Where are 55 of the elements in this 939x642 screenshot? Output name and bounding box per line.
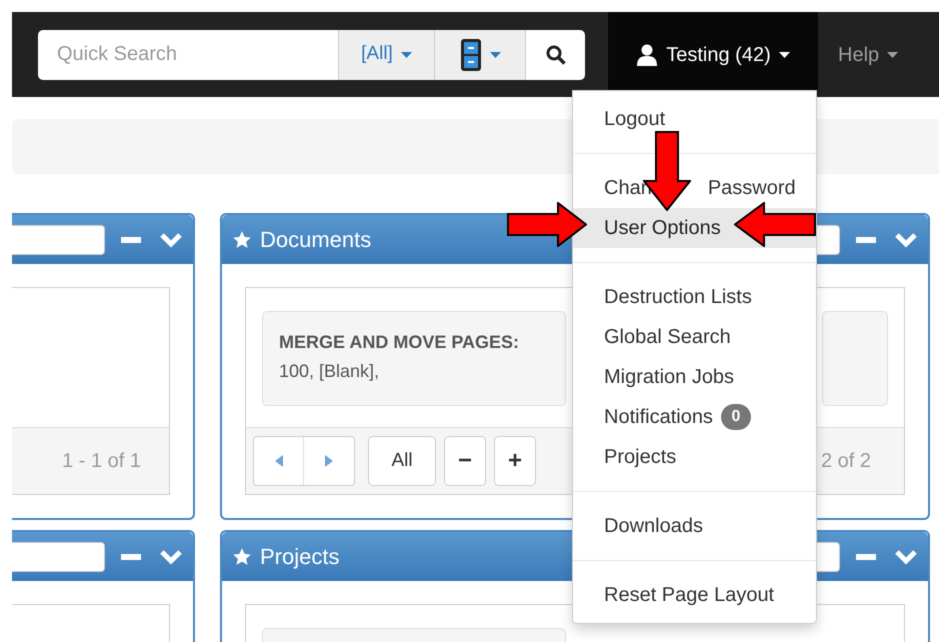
filter-field[interactable] — [12, 224, 105, 254]
caret-icon — [887, 52, 898, 58]
minus-icon — [856, 554, 876, 560]
chevron-down-icon — [159, 232, 183, 248]
scope-dropdown[interactable]: [All] — [338, 30, 434, 80]
pager-count: 1 - 1 of 1 — [62, 449, 141, 474]
options-button[interactable] — [894, 548, 918, 564]
count-badge: 0 — [720, 404, 751, 430]
collapse-button[interactable] — [856, 554, 876, 560]
menu-item[interactable]: Downloads — [573, 506, 816, 546]
options-button[interactable] — [159, 232, 183, 248]
caret-icon — [490, 52, 500, 58]
filter-field[interactable] — [12, 542, 105, 572]
minus-icon — [121, 236, 141, 242]
menu-item[interactable]: Logout — [573, 99, 816, 139]
chevron-down-icon — [894, 232, 918, 248]
collapse-button[interactable] — [121, 236, 141, 242]
search-button[interactable] — [525, 30, 585, 80]
collapse-button[interactable] — [121, 554, 141, 560]
panel-title: Projects — [260, 543, 340, 571]
cabinet-dropdown[interactable] — [434, 30, 525, 80]
options-button[interactable] — [159, 548, 183, 564]
minus-icon — [856, 236, 876, 242]
collapse-button[interactable] — [856, 236, 876, 242]
menu-item[interactable]: Global Search — [573, 317, 816, 357]
star-icon[interactable] — [232, 230, 252, 250]
panel-title: Documents — [260, 226, 372, 254]
chevron-down-icon — [894, 548, 918, 564]
arrow-icon — [507, 202, 587, 247]
search-icon — [546, 44, 566, 64]
caret-icon — [400, 52, 412, 58]
right-triangle-icon — [325, 455, 333, 467]
zoom-out-button[interactable]: − — [444, 436, 486, 486]
user-menu-button[interactable]: Testing (42) — [608, 12, 818, 97]
zoom-in-button[interactable]: + — [494, 436, 536, 486]
left-triangle-icon — [274, 455, 282, 467]
minus-icon — [121, 554, 141, 560]
menu-item[interactable]: Notifications 0 — [573, 397, 816, 437]
help-menu[interactable]: Help — [838, 40, 898, 70]
file-cabinet-icon — [460, 38, 482, 72]
arrow-icon — [734, 202, 816, 247]
menu-item[interactable]: Reset Page Layout — [573, 575, 816, 615]
pager-count: 2 of 2 — [820, 449, 871, 474]
show-all-button[interactable]: All — [368, 436, 436, 486]
star-icon[interactable] — [232, 546, 252, 566]
search-field[interactable]: Quick Search — [38, 30, 338, 80]
document-card[interactable]: MERGE AND MOVE PAGES: 100, [Blank], — [262, 311, 566, 406]
menu-item-text: Password — [708, 176, 796, 201]
options-button[interactable] — [894, 232, 918, 248]
menu-item[interactable]: Migration Jobs — [573, 357, 816, 397]
caret-icon — [778, 52, 790, 58]
menu-item[interactable]: Projects — [573, 437, 816, 477]
menu-item[interactable]: Destruction Lists — [573, 277, 816, 317]
user-icon — [636, 44, 658, 66]
chevron-down-icon — [159, 548, 183, 564]
